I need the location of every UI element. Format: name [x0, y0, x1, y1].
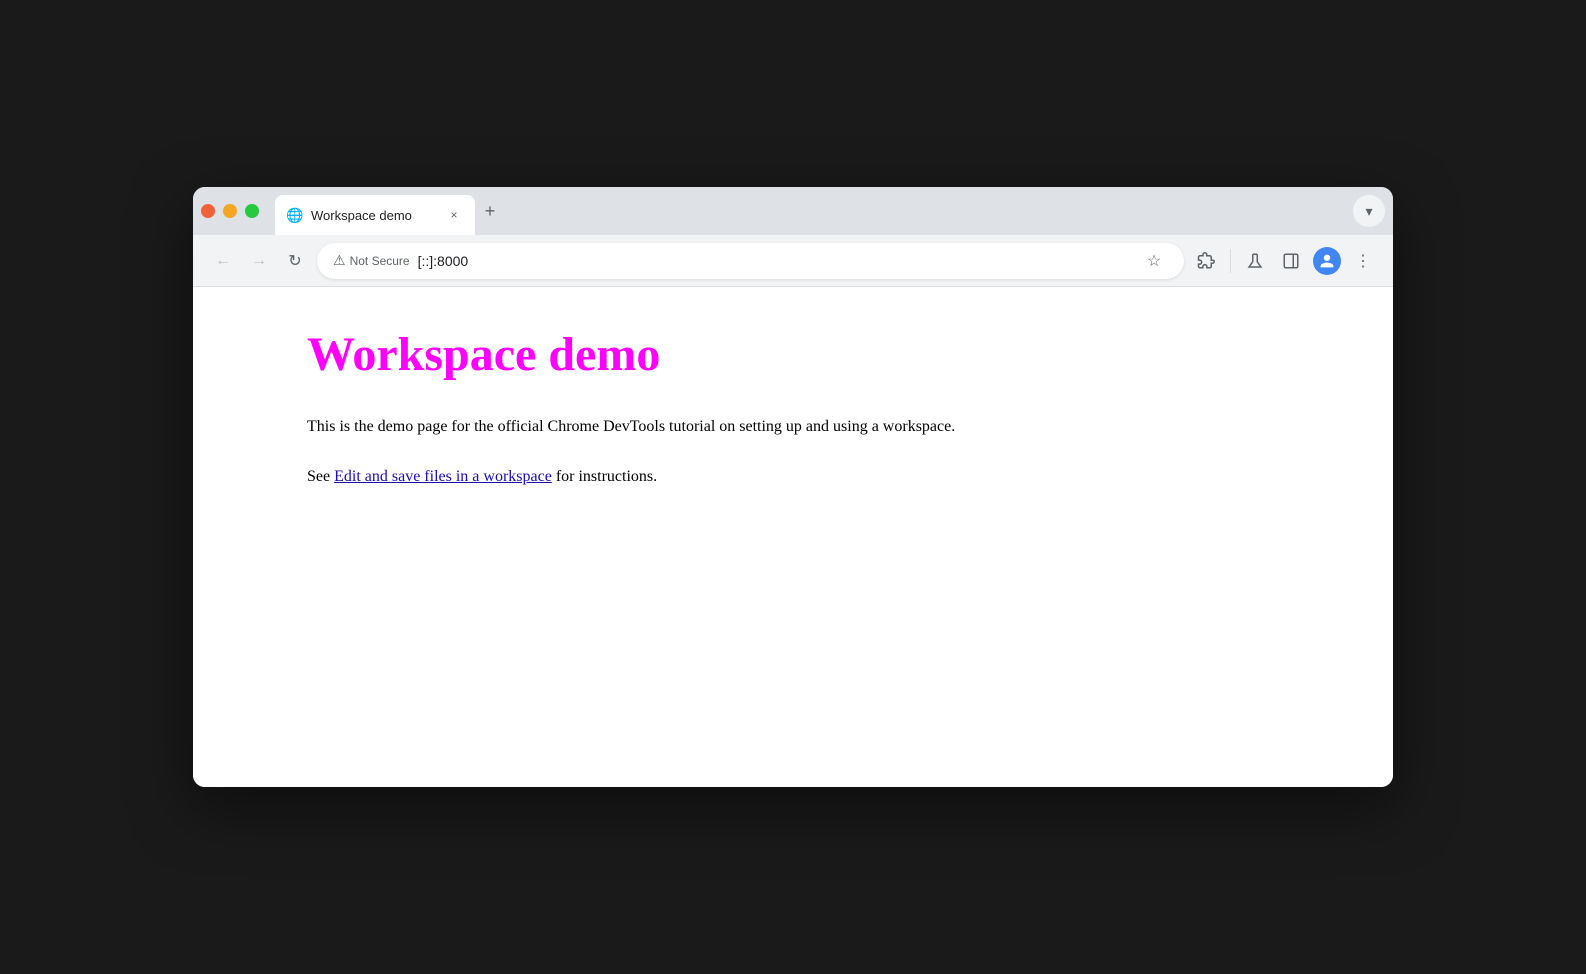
tab-title: Workspace demo — [311, 208, 437, 223]
minimize-button[interactable] — [223, 204, 237, 218]
close-button[interactable] — [201, 204, 215, 218]
reload-button[interactable]: ↻ — [281, 247, 309, 275]
paragraph-1: This is the demo page for the official C… — [307, 414, 1279, 440]
bookmark-button[interactable]: ☆ — [1140, 247, 1168, 275]
paragraph-2-prefix: See — [307, 468, 334, 485]
security-label: Not Secure — [350, 254, 410, 268]
page-heading: Workspace demo — [307, 327, 1279, 382]
workspace-link[interactable]: Edit and save files in a workspace — [334, 468, 552, 485]
url-bar[interactable]: ⚠ Not Secure [::]:8000 ☆ — [317, 243, 1184, 279]
tab-bar: 🌐 Workspace demo × + ▾ — [193, 187, 1393, 235]
lab-button[interactable] — [1241, 247, 1269, 275]
paragraph-2: See Edit and save files in a workspace f… — [307, 464, 1279, 490]
paragraph-2-suffix: for instructions. — [552, 468, 657, 485]
page-content: Workspace demo This is the demo page for… — [193, 287, 1393, 787]
traffic-lights — [201, 204, 259, 226]
tab-favicon-icon: 🌐 — [287, 207, 303, 223]
avatar-button[interactable] — [1313, 247, 1341, 275]
toolbar-divider — [1230, 249, 1231, 273]
tab-dropdown-button[interactable]: ▾ — [1353, 195, 1385, 227]
new-tab-button[interactable]: + — [475, 196, 505, 226]
sidebar-button[interactable] — [1277, 247, 1305, 275]
address-bar: ← → ↻ ⚠ Not Secure [::]:8000 ☆ — [193, 235, 1393, 287]
maximize-button[interactable] — [245, 204, 259, 218]
extensions-button[interactable] — [1192, 247, 1220, 275]
forward-button[interactable]: → — [245, 247, 273, 275]
warning-icon: ⚠ — [333, 252, 346, 269]
back-button[interactable]: ← — [209, 247, 237, 275]
security-indicator: ⚠ Not Secure — [333, 252, 410, 269]
browser-window: 🌐 Workspace demo × + ▾ ← → ↻ ⚠ Not Secur… — [193, 187, 1393, 787]
active-tab[interactable]: 🌐 Workspace demo × — [275, 195, 475, 235]
menu-button[interactable]: ⋮ — [1349, 247, 1377, 275]
tab-close-button[interactable]: × — [445, 206, 463, 224]
url-text: [::]:8000 — [418, 253, 1132, 269]
